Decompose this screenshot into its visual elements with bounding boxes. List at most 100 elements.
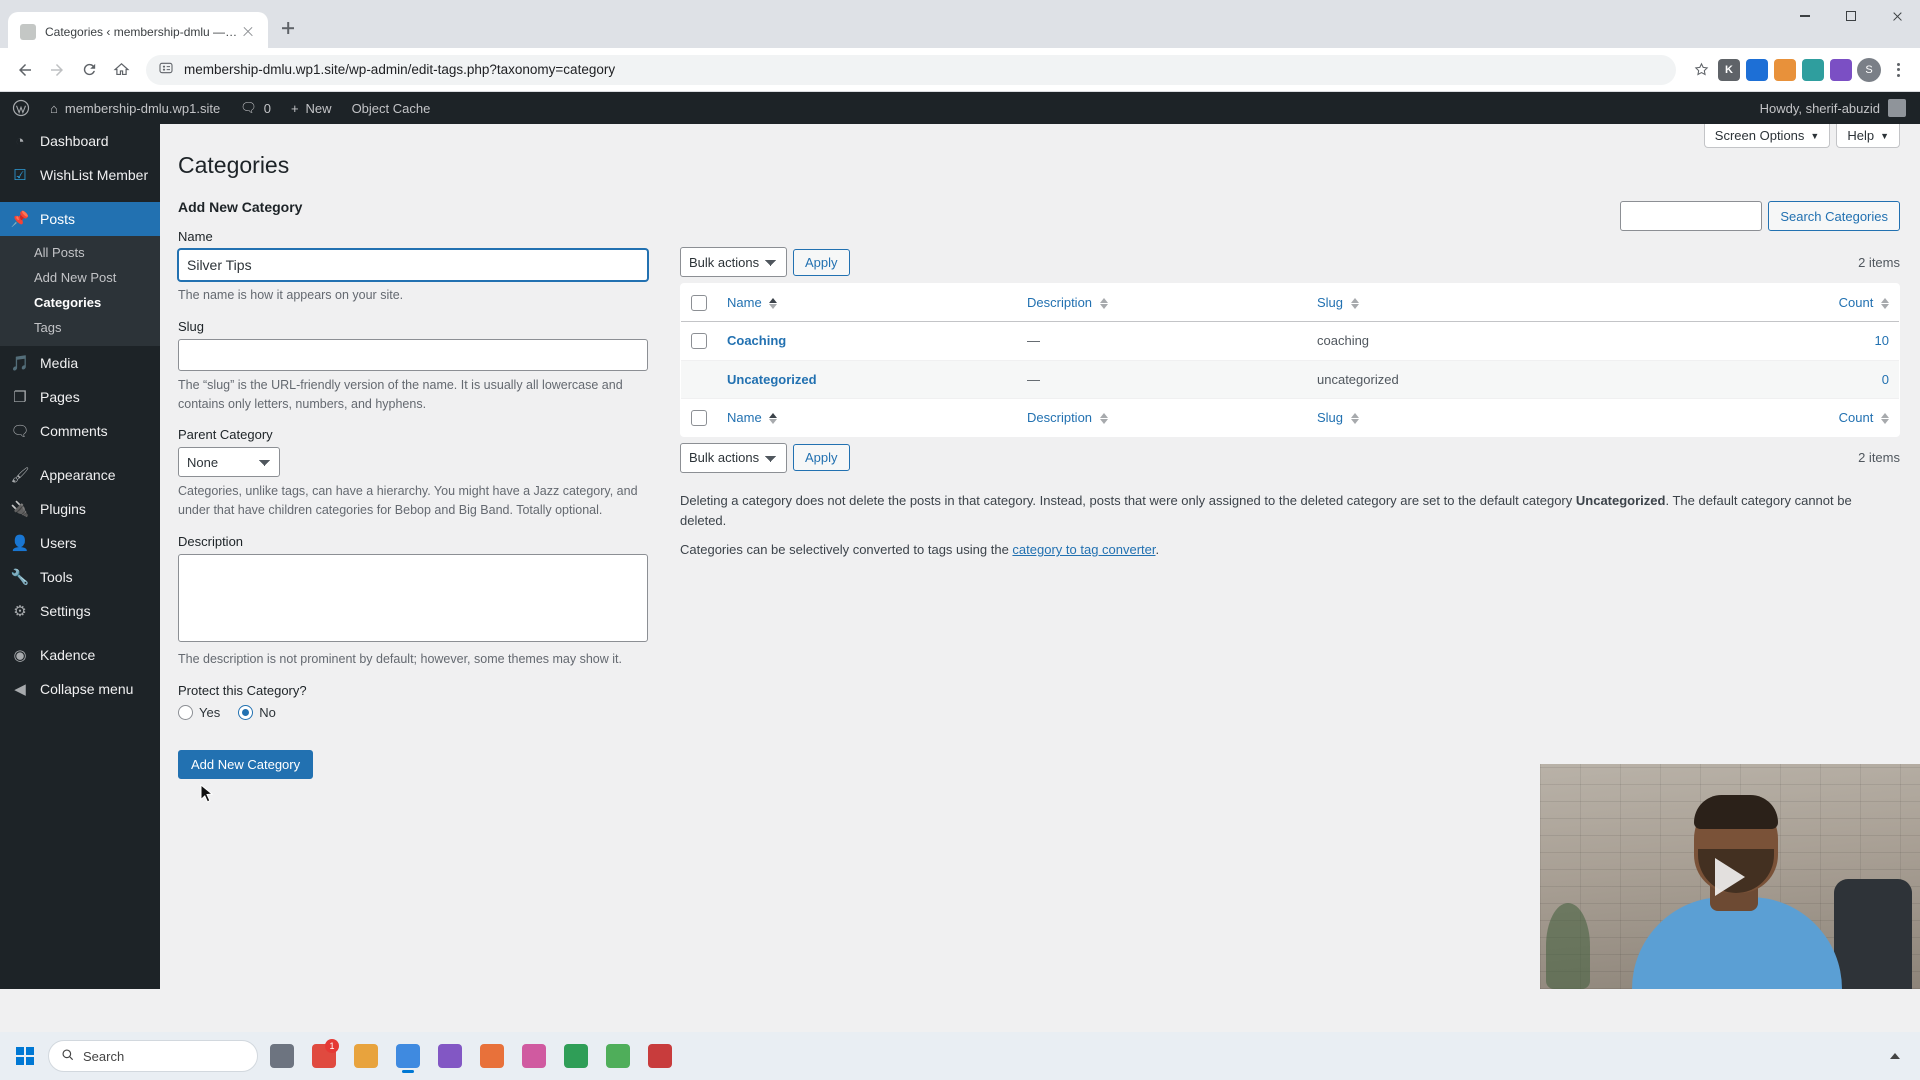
- sidebar-item-users[interactable]: 👤 Users: [0, 526, 160, 560]
- row-checkbox[interactable]: [691, 333, 707, 350]
- category-count-link[interactable]: 0: [1882, 372, 1889, 387]
- avatar[interactable]: S: [1854, 55, 1884, 85]
- protect-no-radio[interactable]: [238, 704, 254, 720]
- sidebar-item-tools[interactable]: 🔧 Tools: [0, 560, 160, 594]
- column-header-name[interactable]: Name: [717, 283, 1017, 322]
- account-menu[interactable]: Howdy, sherif-abuzid: [1760, 99, 1920, 117]
- column-footer-name[interactable]: Name: [717, 398, 1017, 436]
- wordpress-logo-icon[interactable]: [0, 92, 40, 124]
- protect-category-row: Protect this Category? Yes No: [178, 683, 648, 720]
- table-row: Uncategorized — uncategorized 0: [681, 360, 1899, 400]
- sidebar-item-collapse-menu[interactable]: ◀ Collapse menu: [0, 672, 160, 706]
- sort-indicator-icon: [1881, 412, 1889, 424]
- comments-menu[interactable]: 🗨 0: [230, 92, 281, 124]
- screen-options-button[interactable]: Screen Options ▼: [1703, 124, 1831, 148]
- extension-purple[interactable]: [1830, 58, 1852, 81]
- protect-radio-group: Yes No: [178, 704, 648, 720]
- apply-button-top[interactable]: Apply: [793, 248, 850, 276]
- sidebar-item-posts[interactable]: 📌 Posts: [0, 202, 160, 236]
- close-window-button[interactable]: [1874, 0, 1920, 32]
- category-name-link[interactable]: Coaching: [727, 333, 786, 348]
- file-explorer-icon[interactable]: [348, 1037, 384, 1075]
- description-textarea[interactable]: [178, 553, 648, 642]
- category-to-tag-converter-link[interactable]: category to tag converter: [1012, 542, 1155, 557]
- app-red-icon[interactable]: 1: [306, 1037, 342, 1075]
- sidebar-item-pages[interactable]: ❐ Pages: [0, 380, 160, 414]
- search-input[interactable]: [1620, 201, 1763, 231]
- sidebar-item-tags[interactable]: Tags: [0, 315, 160, 340]
- extension-blue[interactable]: [1746, 58, 1768, 81]
- sidebar-item-add-new-post[interactable]: Add New Post: [0, 265, 160, 290]
- sidebar-item-categories[interactable]: Categories: [0, 290, 160, 315]
- sidebar-item-kadence[interactable]: ◉ Kadence: [0, 638, 160, 672]
- new-content-menu[interactable]: + New: [281, 92, 342, 124]
- help-button[interactable]: Help ▼: [1836, 124, 1900, 148]
- app-pink-icon[interactable]: [516, 1037, 552, 1075]
- site-name-menu[interactable]: ⌂ membership-dmlu.wp1.site: [40, 92, 230, 124]
- protect-yes-radio[interactable]: [178, 704, 193, 720]
- star-icon[interactable]: [1686, 55, 1716, 85]
- search-categories-button[interactable]: Search Categories: [1768, 201, 1900, 231]
- appearance-icon: 🖌: [10, 467, 30, 484]
- kebab-menu-icon[interactable]: [1886, 62, 1910, 77]
- add-new-category-button[interactable]: Add New Category: [178, 749, 314, 779]
- column-footer-slug[interactable]: Slug: [1307, 398, 1577, 436]
- category-count-link[interactable]: 10: [1875, 333, 1889, 348]
- category-name-link[interactable]: Uncategorized: [727, 372, 817, 387]
- extension-orange[interactable]: [1774, 58, 1796, 81]
- browser-tab[interactable]: Categories ‹ membership-dmlu — WordPress: [8, 12, 268, 52]
- address-bar[interactable]: membership-dmlu.wp1.site/wp-admin/edit-t…: [146, 54, 1676, 85]
- tab-close-icon[interactable]: [240, 24, 256, 40]
- extension-k[interactable]: K: [1718, 58, 1740, 81]
- sidebar-item-media[interactable]: 🎵 Media: [0, 346, 160, 380]
- sidebar-item-all-posts[interactable]: All Posts: [0, 240, 160, 265]
- tray-chevron-up-icon[interactable]: [1890, 1053, 1900, 1059]
- new-tab-button[interactable]: [274, 14, 302, 42]
- sidebar-item-wishlist-member[interactable]: ☑ WishList Member: [0, 158, 160, 192]
- sidebar-item-settings[interactable]: ⚙ Settings: [0, 594, 160, 628]
- column-header-slug[interactable]: Slug: [1307, 283, 1577, 322]
- site-settings-icon[interactable]: [158, 60, 174, 79]
- home-icon[interactable]: [106, 55, 136, 85]
- name-input[interactable]: [178, 249, 648, 281]
- select-all-checkbox-footer[interactable]: [691, 409, 707, 426]
- sidebar-item-appearance[interactable]: 🖌 Appearance: [0, 458, 160, 492]
- column-label: Description: [1027, 409, 1093, 425]
- chrome-icon[interactable]: [390, 1037, 426, 1075]
- column-footer-count[interactable]: Count: [1577, 398, 1899, 436]
- forward-arrow-icon[interactable]: [42, 55, 72, 85]
- maximize-button[interactable]: [1828, 0, 1874, 32]
- bulk-actions-select-top[interactable]: Bulk actions: [680, 247, 787, 277]
- app-orange-icon[interactable]: [474, 1037, 510, 1075]
- spreadsheet-icon[interactable]: [558, 1037, 594, 1075]
- content-columns: Add New Category Name The name is how it…: [160, 189, 1920, 779]
- sidebar-item-plugins[interactable]: 🔌 Plugins: [0, 492, 160, 526]
- app-crimson-icon[interactable]: [642, 1037, 678, 1075]
- reload-icon[interactable]: [74, 55, 104, 85]
- extension-teal[interactable]: [1802, 58, 1824, 81]
- minimize-button[interactable]: [1782, 0, 1828, 32]
- sort-indicator-icon: [1350, 297, 1359, 309]
- app-green-icon[interactable]: [600, 1037, 636, 1075]
- app-purple-icon[interactable]: [432, 1037, 468, 1075]
- taskview-icon[interactable]: [264, 1037, 300, 1075]
- column-header-count[interactable]: Count: [1577, 283, 1899, 322]
- pages-icon: ❐: [13, 389, 27, 406]
- sidebar-item-label: Kadence: [40, 647, 96, 663]
- taskbar-search-box[interactable]: Search: [48, 1040, 258, 1072]
- windows-start-icon[interactable]: [8, 1039, 42, 1073]
- parent-category-select[interactable]: None: [178, 447, 280, 478]
- object-cache-menu[interactable]: Object Cache: [342, 92, 441, 124]
- select-all-checkbox[interactable]: [691, 294, 707, 311]
- sidebar-item-dashboard[interactable]: ◔ Dashboard: [0, 124, 160, 158]
- back-arrow-icon[interactable]: [10, 55, 40, 85]
- play-icon[interactable]: [1715, 857, 1745, 896]
- column-footer-description[interactable]: Description: [1017, 398, 1307, 436]
- sidebar-item-comments[interactable]: 🗨 Comments: [0, 414, 160, 448]
- column-header-description[interactable]: Description: [1017, 283, 1307, 322]
- bulk-actions-select-bottom[interactable]: Bulk actions: [680, 442, 787, 473]
- slug-input[interactable]: [178, 338, 648, 371]
- apply-button-bottom[interactable]: Apply: [793, 444, 850, 472]
- sidebar-item-label: Plugins: [40, 501, 86, 517]
- slug-label: Slug: [178, 318, 205, 334]
